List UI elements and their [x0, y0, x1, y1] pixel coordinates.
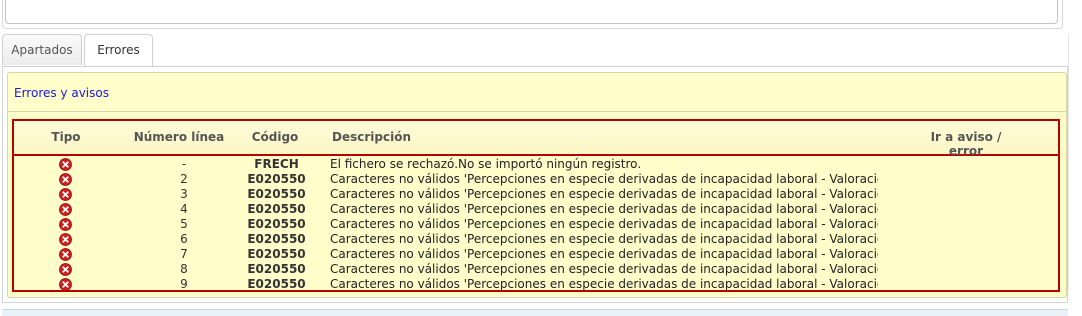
row-line-number: 8	[180, 262, 188, 276]
row-code: E020550	[247, 277, 306, 291]
row-line-number: 3	[180, 187, 188, 201]
row-code: E020550	[247, 217, 306, 231]
row-code: FRECH	[254, 157, 299, 171]
panel-title: Errores y avisos	[14, 86, 109, 100]
column-header-tipo[interactable]: Tipo	[50, 130, 82, 144]
table-row[interactable]: 3 E020550 Caracteres no válidos 'Percepcio…	[14, 187, 1058, 202]
tab-errores[interactable]: Errores	[84, 34, 153, 67]
row-description: Caracteres no válidos 'Percepciones en e…	[330, 277, 878, 291]
error-icon	[59, 278, 72, 291]
row-code: E020550	[247, 187, 306, 201]
row-description: El fichero se rechazó.No se importó ning…	[330, 157, 642, 171]
table-row[interactable]: 5 E020550 Caracteres no válidos 'Percepcio…	[14, 217, 1058, 232]
table-row[interactable]: 6 E020550 Caracteres no válidos 'Percepcio…	[14, 232, 1058, 247]
tab-apartados[interactable]: Apartados	[2, 34, 82, 65]
row-description: Caracteres no válidos 'Percepciones en e…	[330, 232, 878, 246]
row-description: Caracteres no válidos 'Percepciones en e…	[330, 187, 878, 201]
error-icon	[59, 188, 72, 201]
row-description: Caracteres no válidos 'Percepciones en e…	[330, 172, 878, 186]
row-code: E020550	[247, 262, 306, 276]
tab-bar: Apartados Errores	[2, 34, 1068, 67]
right-divider	[1068, 34, 1069, 290]
column-header-codigo[interactable]: Código	[244, 130, 306, 144]
row-line-number: -	[181, 157, 187, 171]
row-code: E020550	[247, 247, 306, 261]
errors-table: Tipo Número línea Código Descripción Ir …	[12, 119, 1060, 292]
error-icon	[59, 218, 72, 231]
error-icon	[59, 248, 72, 261]
table-header: Tipo Número línea Código Descripción Ir …	[14, 121, 1058, 158]
row-line-number: 6	[180, 232, 188, 246]
row-code: E020550	[247, 172, 306, 186]
top-textarea[interactable]	[5, 0, 1058, 24]
row-description: Caracteres no válidos 'Percepciones en e…	[330, 217, 878, 231]
table-row[interactable]: 7 E020550 Caracteres no válidos 'Percepcio…	[14, 247, 1058, 262]
column-header-descripcion[interactable]: Descripción	[332, 130, 411, 144]
table-row[interactable]: - FRECH El fichero se rechazó.No se import…	[14, 157, 1058, 172]
row-description: Caracteres no válidos 'Percepciones en e…	[330, 247, 878, 261]
column-header-numero-linea[interactable]: Número línea	[124, 130, 234, 144]
panel-divider	[8, 111, 1066, 112]
row-description: Caracteres no válidos 'Percepciones en e…	[330, 262, 878, 276]
error-icon	[59, 233, 72, 246]
table-row[interactable]: 8 E020550 Caracteres no válidos 'Percepcio…	[14, 262, 1058, 277]
row-line-number: 5	[180, 217, 188, 231]
error-icon	[59, 203, 72, 216]
row-line-number: 4	[180, 202, 188, 216]
error-icon	[59, 173, 72, 186]
table-row[interactable]: 9 E020550 Caracteres no válidos 'Percepcio…	[14, 277, 1058, 292]
error-icon	[59, 263, 72, 276]
row-line-number: 9	[180, 277, 188, 291]
row-code: E020550	[247, 232, 306, 246]
table-row[interactable]: 4 E020550 Caracteres no válidos 'Percepcio…	[14, 202, 1058, 217]
error-icon	[59, 158, 72, 171]
row-code: E020550	[247, 202, 306, 216]
table-body: - FRECH El fichero se rechazó.No se import…	[14, 157, 1058, 292]
column-header-ir-aviso[interactable]: Ir a aviso / error	[914, 130, 1018, 158]
row-line-number: 2	[180, 172, 188, 186]
row-line-number: 7	[180, 247, 188, 261]
table-row[interactable]: 2 E020550 Caracteres no válidos 'Percepcio…	[14, 172, 1058, 187]
row-description: Caracteres no válidos 'Percepciones en e…	[330, 202, 878, 216]
